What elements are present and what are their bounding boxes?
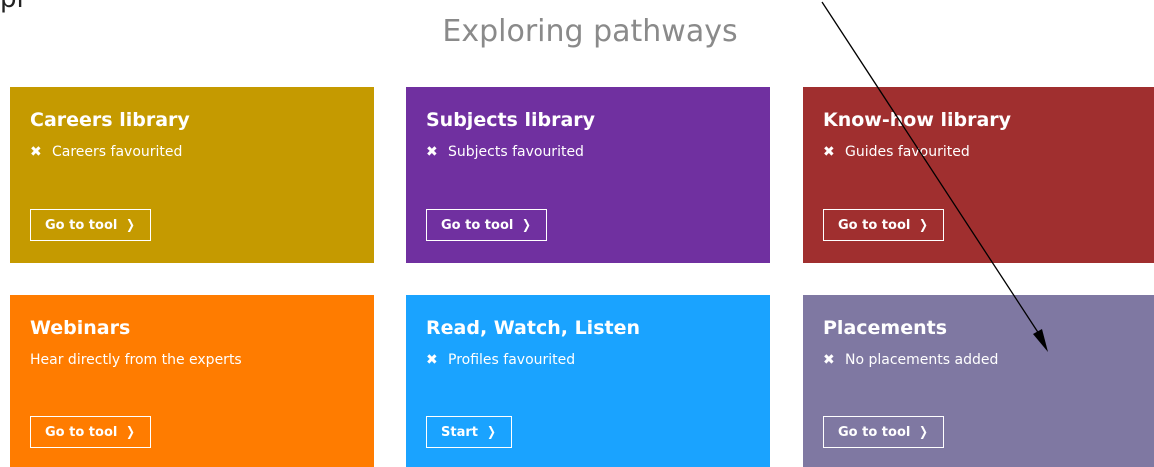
chevron-right-icon: ❯ xyxy=(919,424,929,440)
chevron-right-icon: ❯ xyxy=(487,424,496,440)
card-title: Read, Watch, Listen xyxy=(426,317,641,339)
button-label: Start xyxy=(441,424,478,440)
card-careers-library: Careers library ✖ Careers favourited Go … xyxy=(10,87,374,263)
close-x-icon: ✖ xyxy=(30,144,42,160)
card-status: ✖ Guides favourited xyxy=(823,144,970,160)
card-subjects-library: Subjects library ✖ Subjects favourited G… xyxy=(406,87,770,263)
go-to-tool-button[interactable]: Go to tool ❯ xyxy=(823,416,945,448)
corner-text-fragment: pl xyxy=(0,0,24,14)
go-to-tool-button[interactable]: Go to tool ❯ xyxy=(426,209,548,241)
close-x-icon: ✖ xyxy=(823,144,835,160)
chevron-right-icon: ❯ xyxy=(919,217,929,233)
go-to-tool-button[interactable]: Go to tool ❯ xyxy=(30,416,152,448)
card-status: ✖ Subjects favourited xyxy=(426,144,584,160)
card-title: Placements xyxy=(823,317,948,339)
button-label: Go to tool xyxy=(441,217,514,233)
button-label: Go to tool xyxy=(45,424,118,440)
card-title: Webinars xyxy=(30,317,131,339)
close-x-icon: ✖ xyxy=(823,352,835,368)
chevron-right-icon: ❯ xyxy=(126,424,136,440)
card-status-text: Guides favourited xyxy=(845,144,970,160)
close-x-icon: ✖ xyxy=(426,352,438,368)
go-to-tool-button[interactable]: Go to tool ❯ xyxy=(823,209,945,241)
section-title: Exploring pathways xyxy=(442,14,738,49)
card-description: Hear directly from the experts xyxy=(30,352,242,368)
card-status-text: Subjects favourited xyxy=(448,144,584,160)
card-status-text: No placements added xyxy=(845,352,999,368)
card-status: ✖ Careers favourited xyxy=(30,144,182,160)
card-read-watch-listen: Read, Watch, Listen ✖ Profiles favourite… xyxy=(406,295,770,467)
card-placements: Placements ✖ No placements added Go to t… xyxy=(803,295,1154,467)
chevron-right-icon: ❯ xyxy=(126,217,136,233)
card-title: Know-how library xyxy=(823,109,1012,131)
card-status-text: Careers favourited xyxy=(52,144,183,160)
button-label: Go to tool xyxy=(838,424,911,440)
card-title: Subjects library xyxy=(426,109,596,131)
button-label: Go to tool xyxy=(45,217,118,233)
card-status-text: Profiles favourited xyxy=(448,352,576,368)
button-label: Go to tool xyxy=(838,217,911,233)
card-status: ✖ Profiles favourited xyxy=(426,352,575,368)
exploring-pathways-page: pl Exploring pathways Careers library ✖ … xyxy=(0,0,1154,467)
card-title: Careers library xyxy=(30,109,190,131)
card-status: ✖ No placements added xyxy=(823,352,998,368)
card-know-how-library: Know-how library ✖ Guides favourited Go … xyxy=(803,87,1154,263)
close-x-icon: ✖ xyxy=(426,144,438,160)
start-button[interactable]: Start ❯ xyxy=(426,416,512,448)
go-to-tool-button[interactable]: Go to tool ❯ xyxy=(30,209,152,241)
chevron-right-icon: ❯ xyxy=(522,217,532,233)
card-webinars: Webinars Hear directly from the experts … xyxy=(10,295,374,467)
